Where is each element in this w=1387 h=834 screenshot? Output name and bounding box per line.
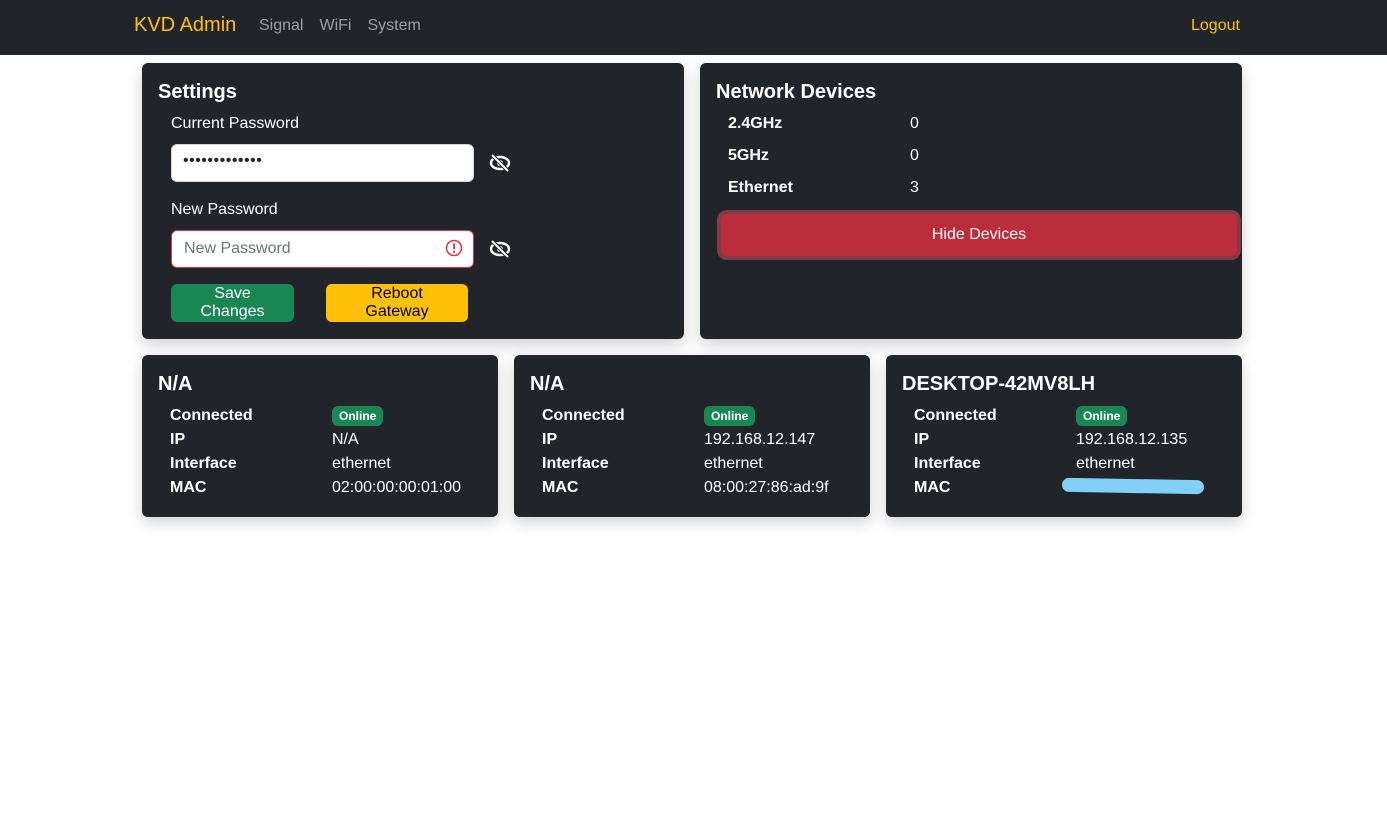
nav-link-system[interactable]: System [367, 17, 420, 35]
status-badge: Online [704, 406, 756, 426]
network-devices-card: Network Devices 2.4GHz 0 5GHz 0 Ethernet… [700, 63, 1242, 339]
device-connected-row: Connected Online [914, 406, 1234, 427]
save-changes-button[interactable]: Save Changes [171, 284, 294, 322]
new-password-label: New Password [171, 201, 278, 218]
field-value: 02:00:00:00:01:00 [332, 479, 462, 496]
device-connected-row: Connected Online [542, 406, 862, 427]
device-name: N/A [158, 373, 193, 395]
stat-value: 3 [910, 179, 919, 196]
nav-links: Signal WiFi System [259, 17, 421, 35]
nav-link-signal[interactable]: Signal [259, 17, 303, 35]
settings-card: Settings Current Password ••••••••••••• … [142, 63, 684, 339]
device-card: N/A Connected Online IP 192.168.12.147 I… [514, 355, 870, 517]
field-value: ethernet [704, 455, 763, 472]
device-name: N/A [530, 373, 565, 395]
device-name: DESKTOP-42MV8LH [902, 373, 1096, 395]
device-ip-row: IP N/A [170, 431, 490, 451]
new-password-input[interactable] [171, 230, 474, 268]
field-label: MAC [914, 479, 951, 496]
field-label: Connected [170, 407, 253, 424]
device-interface-row: Interface ethernet [170, 455, 490, 475]
device-card: N/A Connected Online IP N/A Interface et… [142, 355, 498, 517]
device-mac-row: MAC 02:00:00:00:01:00 [170, 479, 490, 499]
stat-label: Ethernet [728, 179, 793, 196]
current-password-label: Current Password [171, 115, 300, 132]
field-label: Connected [542, 407, 625, 424]
field-label: Interface [542, 455, 609, 472]
field-label: IP [542, 431, 558, 448]
redaction-scribble [1061, 477, 1205, 495]
current-password-value: ••••••••••••• [183, 152, 263, 169]
status-badge: Online [332, 406, 384, 426]
device-ip-row: IP 192.168.12.147 [542, 431, 862, 451]
device-card: DESKTOP-42MV8LH Connected Online IP 192.… [886, 355, 1242, 517]
device-connected-row: Connected Online [170, 406, 490, 427]
field-value: 192.168.12.135 [1076, 431, 1188, 448]
eye-slash-icon[interactable] [488, 239, 512, 259]
field-value: 192.168.12.147 [704, 431, 816, 448]
field-value: N/A [332, 431, 359, 448]
field-label: MAC [542, 479, 579, 496]
top-navbar: KVD Admin Signal WiFi System Logout [0, 0, 1387, 55]
device-mac-row: MAC 08:00:27:86:ad:9f [542, 479, 862, 499]
field-label: IP [914, 431, 930, 448]
network-devices-title: Network Devices [716, 81, 877, 103]
stat-label: 2.4GHz [728, 115, 783, 132]
field-label: IP [170, 431, 186, 448]
device-ip-row: IP 192.168.12.135 [914, 431, 1234, 451]
logout-link[interactable]: Logout [1191, 17, 1240, 35]
nav-link-wifi[interactable]: WiFi [319, 17, 351, 35]
field-label: Interface [170, 455, 237, 472]
status-badge: Online [1076, 406, 1128, 426]
device-interface-row: Interface ethernet [542, 455, 862, 475]
field-value: ethernet [1076, 455, 1135, 472]
device-interface-row: Interface ethernet [914, 455, 1234, 475]
stat-label: 5GHz [728, 147, 769, 164]
settings-title: Settings [158, 81, 237, 103]
hide-devices-button[interactable]: Hide Devices [721, 214, 1237, 256]
brand-link[interactable]: KVD Admin [134, 14, 236, 37]
field-value: 08:00:27:86:ad:9f [704, 479, 829, 496]
field-label: Interface [914, 455, 981, 472]
field-label: MAC [170, 479, 207, 496]
field-value: ethernet [332, 455, 391, 472]
reboot-gateway-button[interactable]: Reboot Gateway [326, 284, 468, 322]
eye-slash-icon[interactable] [488, 153, 512, 173]
stat-value: 0 [910, 147, 919, 164]
field-label: Connected [914, 407, 997, 424]
invalid-alert-icon [445, 239, 463, 257]
stat-value: 0 [910, 115, 919, 132]
